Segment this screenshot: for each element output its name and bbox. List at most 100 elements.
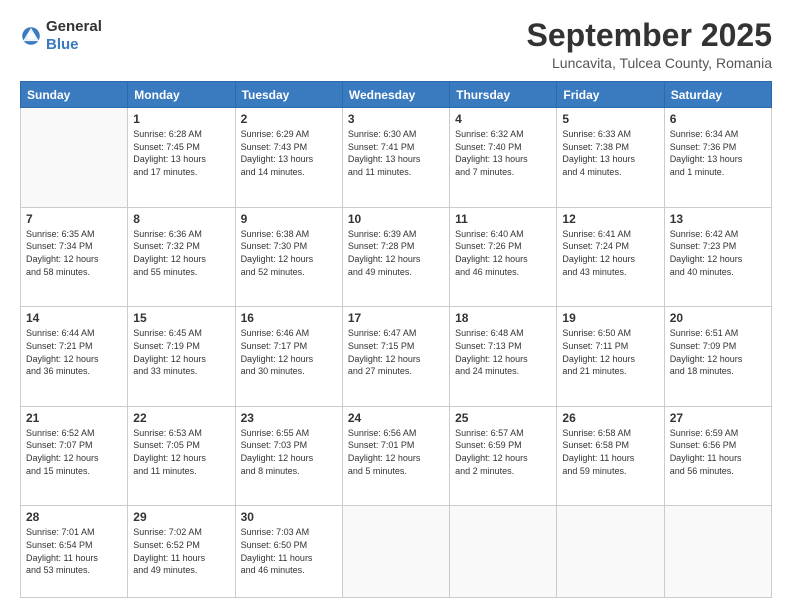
col-wednesday: Wednesday	[342, 82, 449, 108]
day-info: Sunrise: 6:39 AM Sunset: 7:28 PM Dayligh…	[348, 228, 444, 278]
day-number: 22	[133, 411, 229, 425]
day-number: 9	[241, 212, 337, 226]
day-number: 10	[348, 212, 444, 226]
table-row: 10 Sunrise: 6:39 AM Sunset: 7:28 PM Dayli…	[342, 207, 449, 307]
day-info: Sunrise: 6:47 AM Sunset: 7:15 PM Dayligh…	[348, 327, 444, 377]
day-info: Sunrise: 6:32 AM Sunset: 7:40 PM Dayligh…	[455, 128, 551, 178]
day-number: 18	[455, 311, 551, 325]
month-title: September 2025	[527, 18, 772, 53]
day-info: Sunrise: 6:40 AM Sunset: 7:26 PM Dayligh…	[455, 228, 551, 278]
day-info: Sunrise: 6:58 AM Sunset: 6:58 PM Dayligh…	[562, 427, 658, 477]
col-tuesday: Tuesday	[235, 82, 342, 108]
table-row: 29 Sunrise: 7:02 AM Sunset: 6:52 PM Dayli…	[128, 506, 235, 598]
table-row: 11 Sunrise: 6:40 AM Sunset: 7:26 PM Dayli…	[450, 207, 557, 307]
table-row	[450, 506, 557, 598]
day-number: 24	[348, 411, 444, 425]
table-row: 17 Sunrise: 6:47 AM Sunset: 7:15 PM Dayli…	[342, 307, 449, 407]
day-number: 25	[455, 411, 551, 425]
day-number: 29	[133, 510, 229, 524]
day-number: 12	[562, 212, 658, 226]
day-number: 21	[26, 411, 122, 425]
table-row	[21, 108, 128, 208]
calendar-header-row: Sunday Monday Tuesday Wednesday Thursday…	[21, 82, 772, 108]
day-info: Sunrise: 6:57 AM Sunset: 6:59 PM Dayligh…	[455, 427, 551, 477]
title-block: September 2025 Luncavita, Tulcea County,…	[527, 18, 772, 71]
day-number: 16	[241, 311, 337, 325]
day-info: Sunrise: 6:55 AM Sunset: 7:03 PM Dayligh…	[241, 427, 337, 477]
table-row: 16Sunrise: 6:46 AM Sunset: 7:17 PM Dayli…	[235, 307, 342, 407]
day-number: 28	[26, 510, 122, 524]
logo-text-general: General	[46, 18, 102, 35]
day-info: Sunrise: 6:30 AM Sunset: 7:41 PM Dayligh…	[348, 128, 444, 178]
table-row: 1 Sunrise: 6:28 AM Sunset: 7:45 PM Daylig…	[128, 108, 235, 208]
day-info: Sunrise: 6:36 AM Sunset: 7:32 PM Dayligh…	[133, 228, 229, 278]
day-info: Sunrise: 6:38 AM Sunset: 7:30 PM Dayligh…	[241, 228, 337, 278]
day-number: 15	[133, 311, 229, 325]
day-info: Sunrise: 6:35 AM Sunset: 7:34 PM Dayligh…	[26, 228, 122, 278]
day-number: 1	[133, 112, 229, 126]
table-row: 19 Sunrise: 6:50 AM Sunset: 7:11 PM Dayli…	[557, 307, 664, 407]
logo: General Blue	[20, 18, 102, 54]
day-number: 27	[670, 411, 766, 425]
day-info: Sunrise: 6:50 AM Sunset: 7:11 PM Dayligh…	[562, 327, 658, 377]
table-row: 21 Sunrise: 6:52 AM Sunset: 7:07 PM Dayli…	[21, 406, 128, 506]
table-row: 22 Sunrise: 6:53 AM Sunset: 7:05 PM Dayli…	[128, 406, 235, 506]
calendar-table: Sunday Monday Tuesday Wednesday Thursday…	[20, 81, 772, 598]
table-row	[664, 506, 771, 598]
table-row: 3 Sunrise: 6:30 AM Sunset: 7:41 PM Daylig…	[342, 108, 449, 208]
table-row: 23 Sunrise: 6:55 AM Sunset: 7:03 PM Dayli…	[235, 406, 342, 506]
table-row: 15 Sunrise: 6:45 AM Sunset: 7:19 PM Dayli…	[128, 307, 235, 407]
table-row: 9 Sunrise: 6:38 AM Sunset: 7:30 PM Daylig…	[235, 207, 342, 307]
day-info: Sunrise: 6:56 AM Sunset: 7:01 PM Dayligh…	[348, 427, 444, 477]
table-row: 4Sunrise: 6:32 AM Sunset: 7:40 PM Daylig…	[450, 108, 557, 208]
table-row: 20 Sunrise: 6:51 AM Sunset: 7:09 PM Dayli…	[664, 307, 771, 407]
day-info: Sunrise: 6:52 AM Sunset: 7:07 PM Dayligh…	[26, 427, 122, 477]
day-number: 8	[133, 212, 229, 226]
day-number: 20	[670, 311, 766, 325]
day-number: 3	[348, 112, 444, 126]
table-row: 13 Sunrise: 6:42 AM Sunset: 7:23 PM Dayli…	[664, 207, 771, 307]
table-row: 5 Sunrise: 6:33 AM Sunset: 7:38 PM Daylig…	[557, 108, 664, 208]
table-row	[557, 506, 664, 598]
day-info: Sunrise: 6:28 AM Sunset: 7:45 PM Dayligh…	[133, 128, 229, 178]
day-number: 19	[562, 311, 658, 325]
day-info: Sunrise: 6:59 AM Sunset: 6:56 PM Dayligh…	[670, 427, 766, 477]
table-row: 7 Sunrise: 6:35 AM Sunset: 7:34 PM Daylig…	[21, 207, 128, 307]
col-friday: Friday	[557, 82, 664, 108]
table-row: 18 Sunrise: 6:48 AM Sunset: 7:13 PM Dayli…	[450, 307, 557, 407]
day-info: Sunrise: 6:51 AM Sunset: 7:09 PM Dayligh…	[670, 327, 766, 377]
day-number: 23	[241, 411, 337, 425]
day-number: 5	[562, 112, 658, 126]
page: General Blue September 2025 Luncavita, T…	[0, 0, 792, 612]
day-info: Sunrise: 6:44 AM Sunset: 7:21 PM Dayligh…	[26, 327, 122, 377]
header: General Blue September 2025 Luncavita, T…	[20, 18, 772, 71]
logo-icon	[20, 25, 42, 47]
day-info: Sunrise: 6:41 AM Sunset: 7:24 PM Dayligh…	[562, 228, 658, 278]
day-number: 13	[670, 212, 766, 226]
day-info: Sunrise: 6:45 AM Sunset: 7:19 PM Dayligh…	[133, 327, 229, 377]
day-number: 17	[348, 311, 444, 325]
col-thursday: Thursday	[450, 82, 557, 108]
table-row: 27 Sunrise: 6:59 AM Sunset: 6:56 PM Dayli…	[664, 406, 771, 506]
day-number: 7	[26, 212, 122, 226]
day-number: 11	[455, 212, 551, 226]
day-info: Sunrise: 7:01 AM Sunset: 6:54 PM Dayligh…	[26, 526, 122, 576]
logo-text-blue: Blue	[46, 36, 79, 53]
table-row: 2Sunrise: 6:29 AM Sunset: 7:43 PM Daylig…	[235, 108, 342, 208]
col-saturday: Saturday	[664, 82, 771, 108]
day-info: Sunrise: 6:48 AM Sunset: 7:13 PM Dayligh…	[455, 327, 551, 377]
day-info: Sunrise: 7:02 AM Sunset: 6:52 PM Dayligh…	[133, 526, 229, 576]
day-number: 6	[670, 112, 766, 126]
day-number: 14	[26, 311, 122, 325]
day-info: Sunrise: 6:33 AM Sunset: 7:38 PM Dayligh…	[562, 128, 658, 178]
day-info: Sunrise: 6:42 AM Sunset: 7:23 PM Dayligh…	[670, 228, 766, 278]
table-row: 25 Sunrise: 6:57 AM Sunset: 6:59 PM Dayli…	[450, 406, 557, 506]
day-info: Sunrise: 6:53 AM Sunset: 7:05 PM Dayligh…	[133, 427, 229, 477]
table-row: 26Sunrise: 6:58 AM Sunset: 6:58 PM Dayli…	[557, 406, 664, 506]
table-row: 8 Sunrise: 6:36 AM Sunset: 7:32 PM Daylig…	[128, 207, 235, 307]
table-row: 24 Sunrise: 6:56 AM Sunset: 7:01 PM Dayli…	[342, 406, 449, 506]
table-row: 14 Sunrise: 6:44 AM Sunset: 7:21 PM Dayli…	[21, 307, 128, 407]
location-title: Luncavita, Tulcea County, Romania	[527, 55, 772, 71]
day-info: Sunrise: 6:29 AM Sunset: 7:43 PM Dayligh…	[241, 128, 337, 178]
col-monday: Monday	[128, 82, 235, 108]
